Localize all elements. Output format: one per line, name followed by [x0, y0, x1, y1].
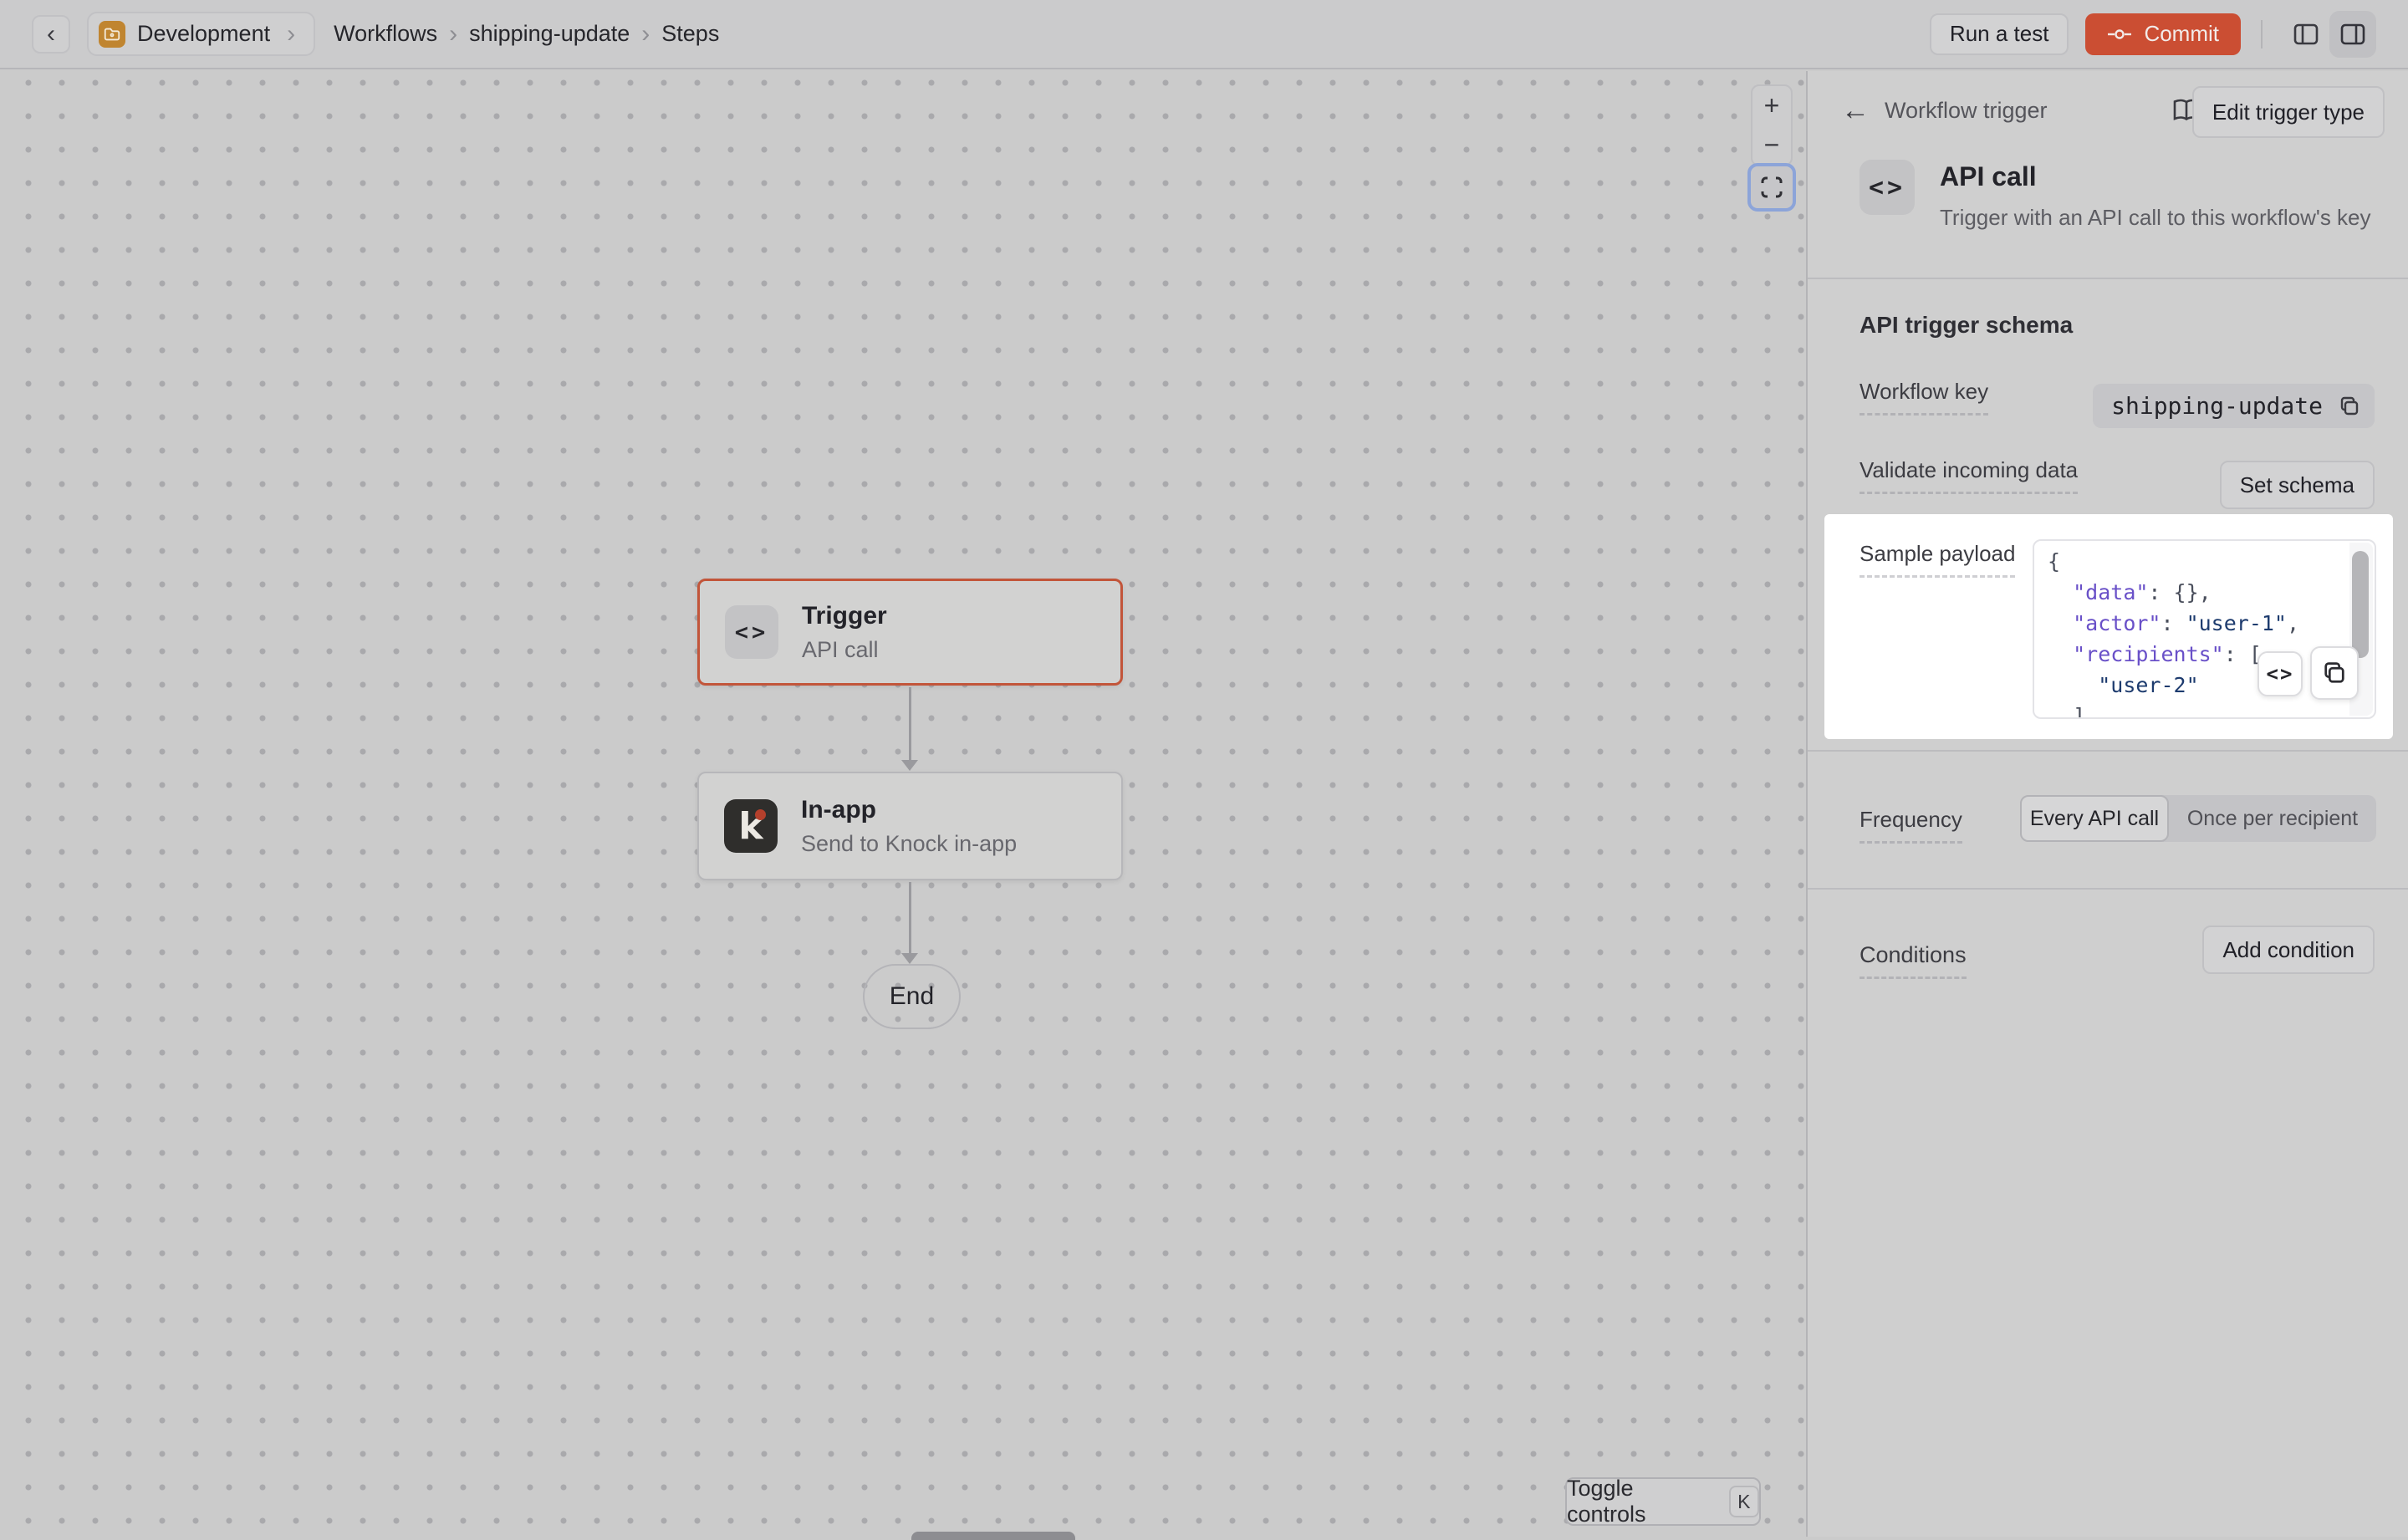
end-node[interactable]: End — [863, 964, 961, 1029]
zoom-out-button[interactable]: − — [1752, 125, 1791, 165]
copy-icon — [2338, 395, 2361, 418]
sample-payload-label: Sample payload — [1860, 541, 2015, 578]
copy-payload-button[interactable] — [2310, 646, 2359, 700]
commit-button[interactable]: Commit — [2085, 13, 2241, 55]
trigger-node[interactable]: <> Trigger API call — [697, 579, 1123, 686]
section-divider — [1808, 750, 2408, 752]
right-panel-toggle-button[interactable] — [2329, 11, 2376, 58]
toggle-controls-label: Toggle controls — [1567, 1476, 1712, 1527]
code-icon: <> — [2267, 662, 2294, 686]
code-glyph: <> — [1869, 173, 1905, 202]
trigger-type-description: Trigger with an API call to this workflo… — [1940, 205, 2371, 231]
workflow-key-value: shipping-update — [2093, 384, 2375, 428]
workflow-key-label: Workflow key — [1860, 379, 1988, 416]
schema-section-heading: API trigger schema — [1860, 312, 2073, 339]
conditions-label: Conditions — [1860, 942, 1967, 979]
node-title: In-app — [801, 796, 1017, 824]
breadcrumb-workflow-key[interactable]: shipping-update — [462, 21, 636, 47]
code-icon: <> — [1860, 160, 1915, 215]
arrow-left-icon: ← — [1841, 94, 1870, 126]
trigger-settings-panel: ← Workflow trigger Edit trigger type <> … — [1806, 71, 2408, 1537]
chevron-down-icon: › — [282, 20, 300, 48]
toolbar-divider — [2261, 20, 2263, 48]
folder-icon — [99, 21, 125, 48]
edit-code-button[interactable]: <> — [2258, 651, 2303, 696]
keyboard-shortcut-badge: K — [1729, 1486, 1759, 1517]
copy-workflow-key-button[interactable] — [2338, 395, 2361, 418]
top-bar: ‹ Development › Workflows › shipping-upd… — [0, 0, 2408, 69]
inapp-step-node[interactable]: k In-app Send to Knock in-app — [697, 772, 1123, 880]
workflow-canvas[interactable]: + − <> Trigger API call k In-app Send to… — [0, 71, 1808, 1537]
bottom-toolbar-peek — [911, 1532, 1075, 1540]
fit-view-button[interactable] — [1747, 163, 1796, 212]
breadcrumb-workflows[interactable]: Workflows — [327, 21, 444, 47]
commit-icon — [2107, 26, 2132, 43]
fit-view-icon — [1759, 175, 1784, 200]
frequency-option-every-api-call[interactable]: Every API call — [2020, 795, 2169, 842]
environment-label: Development — [137, 21, 270, 47]
environment-selector[interactable]: Development › — [87, 12, 315, 56]
edge-arrowhead — [901, 953, 918, 964]
zoom-in-button[interactable]: + — [1752, 86, 1791, 125]
node-title: Trigger — [802, 602, 887, 630]
editor-scrollbar-thumb[interactable] — [2352, 551, 2369, 658]
node-subtitle: Send to Knock in-app — [801, 831, 1017, 857]
end-node-label: End — [890, 982, 934, 1011]
trigger-type-title: API call — [1940, 161, 2037, 192]
back-button[interactable]: ‹ — [32, 15, 70, 54]
breadcrumb: Workflows › shipping-update › Steps — [327, 20, 726, 48]
frequency-segmented-control: Every API call Once per recipient — [2020, 795, 2376, 842]
workflow-key-text: shipping-update — [2111, 392, 2323, 420]
chevron-right-icon: › — [444, 20, 462, 48]
run-test-button[interactable]: Run a test — [1930, 13, 2069, 55]
panel-left-icon — [2291, 19, 2321, 49]
edge-arrowhead — [901, 760, 918, 771]
add-condition-button[interactable]: Add condition — [2202, 926, 2375, 974]
chevron-right-icon: › — [636, 20, 655, 48]
toggle-controls-button[interactable]: Toggle controls K — [1565, 1477, 1761, 1526]
validate-data-label: Validate incoming data — [1860, 457, 2078, 494]
node-subtitle: API call — [802, 637, 887, 663]
edge-trigger-to-inapp — [909, 687, 911, 761]
panel-back-button[interactable]: ← — [1836, 91, 1875, 130]
edge-inapp-to-end — [909, 882, 911, 954]
commit-label: Commit — [2144, 21, 2219, 47]
panel-right-icon — [2338, 19, 2368, 49]
zoom-controls: + − — [1751, 84, 1793, 166]
left-panel-toggle-button[interactable] — [2283, 11, 2329, 58]
section-divider — [1808, 888, 2408, 890]
panel-title: Workflow trigger — [1885, 98, 2048, 124]
set-schema-button[interactable]: Set schema — [2220, 461, 2375, 509]
section-divider — [1808, 278, 2408, 279]
code-glyph: <> — [735, 620, 769, 645]
edit-trigger-type-button[interactable]: Edit trigger type — [2192, 86, 2385, 138]
knock-dot — [755, 809, 766, 820]
breadcrumb-steps: Steps — [655, 21, 726, 47]
frequency-label: Frequency — [1860, 807, 1962, 844]
chevron-left-icon: ‹ — [47, 20, 55, 48]
frequency-option-once-per-recipient[interactable]: Once per recipient — [2169, 795, 2376, 842]
knock-logo-icon: k — [724, 799, 778, 853]
copy-icon — [2321, 660, 2348, 686]
code-icon: <> — [725, 605, 778, 659]
